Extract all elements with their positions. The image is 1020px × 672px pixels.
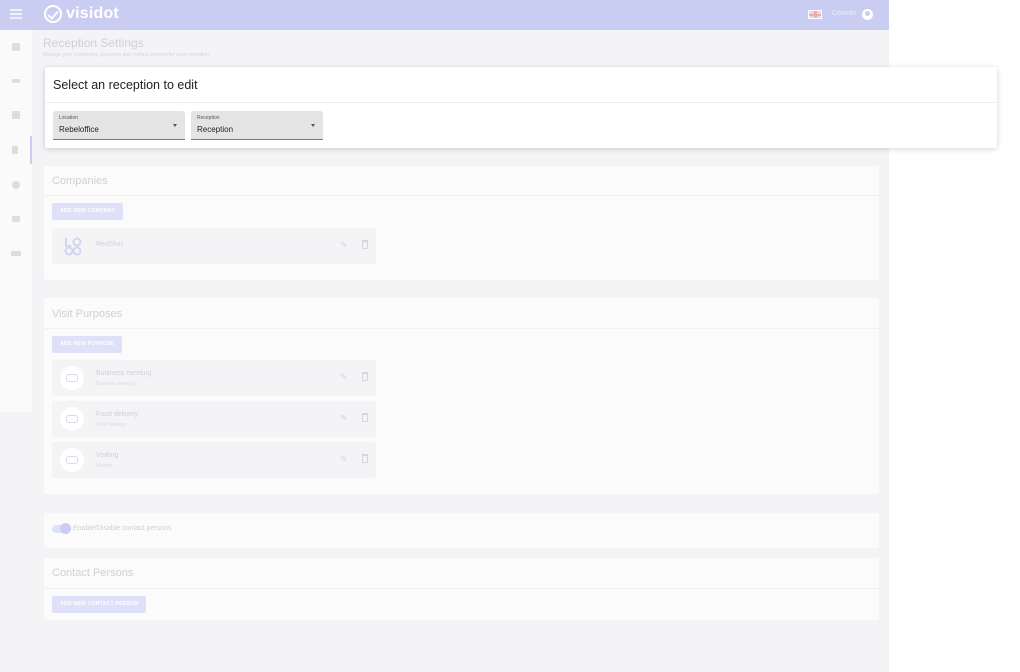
- toggle-label: Enable/Disable contact persons: [73, 525, 172, 532]
- edit-icon[interactable]: ✎: [340, 373, 348, 382]
- dialog-title: Select an reception to edit: [53, 78, 198, 92]
- list-item[interactable]: Business meeting Business meeting ✎: [52, 360, 376, 396]
- reception-select[interactable]: Reception Reception: [191, 111, 323, 140]
- add-company-button[interactable]: ADD NEW COMPANY: [52, 203, 123, 220]
- companies-card: Companies ADD NEW COMPANY RedSluu ✎: [44, 166, 879, 280]
- sidebar-item-billing[interactable]: [0, 205, 32, 233]
- divider: [44, 328, 879, 329]
- check-circle-icon: [44, 5, 62, 23]
- purpose-name: Food delivery: [96, 411, 139, 418]
- users-icon: [11, 250, 21, 256]
- select-reception-dialog: Select an reception to edit Location Reb…: [45, 67, 997, 148]
- handshake-icon: [60, 366, 84, 390]
- divider: [44, 588, 879, 589]
- company-logo: [64, 237, 82, 256]
- user-name[interactable]: Cosmin: [832, 10, 856, 17]
- delete-icon[interactable]: [362, 413, 368, 422]
- purpose-name: Visiting: [96, 452, 119, 459]
- visitor-icon: [60, 448, 84, 472]
- purpose-description: Business meeting: [96, 381, 136, 387]
- purposes-title: Visit Purposes: [52, 308, 123, 320]
- sidebar-item-purposes[interactable]: [0, 171, 32, 199]
- sidebar-item-reception[interactable]: [0, 136, 32, 164]
- location-select[interactable]: Location Rebeloffice: [53, 111, 185, 140]
- purpose-name: Business meeting: [96, 370, 152, 377]
- sidebar-item-dashboard[interactable]: [0, 33, 32, 61]
- page-title: Reception Settings: [43, 36, 144, 50]
- billing-icon: [12, 216, 20, 222]
- edit-icon[interactable]: ✎: [340, 414, 348, 423]
- divider: [45, 102, 997, 103]
- contact-toggle-card: Enable/Disable contact persons: [44, 513, 879, 548]
- companies-title: Companies: [52, 175, 108, 187]
- list-item[interactable]: Visiting Visiting ✎: [52, 442, 376, 478]
- delete-icon[interactable]: [362, 454, 368, 463]
- add-purpose-button[interactable]: ADD NEW PURPOSE: [52, 336, 123, 353]
- dropdown-arrow-icon: [311, 124, 315, 127]
- reception-icon: [12, 146, 18, 154]
- location-value: Rebeloffice: [59, 125, 99, 134]
- list-item[interactable]: RedSluu ✎: [52, 228, 376, 264]
- purposes-icon: [12, 181, 20, 189]
- purposes-card: Visit Purposes ADD NEW PURPOSE Business …: [44, 298, 879, 494]
- add-contact-button[interactable]: ADD NEW CONTACT PERSON: [52, 596, 147, 613]
- edit-icon[interactable]: ✎: [340, 241, 348, 250]
- list-item[interactable]: Food delivery Food delivery ✎: [52, 401, 376, 437]
- sidebar-item-filter[interactable]: [0, 67, 32, 95]
- divider: [44, 195, 879, 196]
- dashboard-icon: [12, 43, 20, 51]
- company-name: RedSluu: [96, 241, 123, 248]
- account-icon[interactable]: [862, 9, 873, 20]
- uk-flag-icon[interactable]: [808, 10, 822, 19]
- location-label: Location: [59, 115, 78, 121]
- locations-icon: [12, 111, 20, 119]
- brand-logo[interactable]: visidot: [44, 5, 119, 23]
- sidebar: [0, 30, 32, 412]
- purpose-description: Food delivery: [96, 422, 127, 428]
- purpose-description: Visiting: [96, 463, 113, 469]
- sidebar-item-users[interactable]: [0, 239, 32, 267]
- reception-value: Reception: [197, 125, 234, 134]
- top-bar: visidot Cosmin: [0, 0, 889, 30]
- delete-icon[interactable]: [362, 240, 368, 249]
- edit-icon[interactable]: ✎: [340, 455, 348, 464]
- reception-label: Reception: [197, 115, 220, 121]
- contacts-card: Contact Persons ADD NEW CONTACT PERSON: [44, 558, 879, 620]
- food-delivery-icon: [60, 407, 84, 431]
- page-subtitle: Manage your companies, purposes and cont…: [43, 52, 209, 58]
- delete-icon[interactable]: [362, 372, 368, 381]
- contacts-title: Contact Persons: [52, 567, 134, 579]
- filter-icon: [12, 79, 20, 83]
- sidebar-item-locations[interactable]: [0, 101, 32, 129]
- menu-icon[interactable]: [10, 9, 22, 19]
- brand-name: visidot: [66, 5, 119, 22]
- toggle-knob[interactable]: [60, 523, 71, 534]
- dropdown-arrow-icon: [173, 124, 177, 127]
